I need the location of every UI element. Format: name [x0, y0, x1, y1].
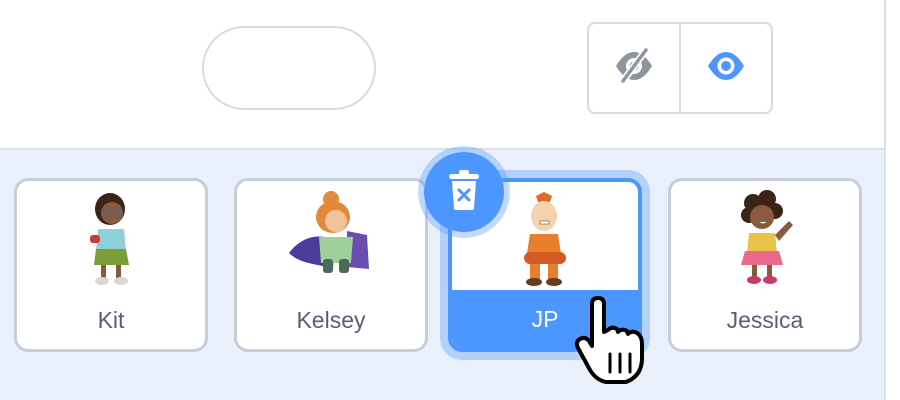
delete-sprite-button[interactable]	[424, 152, 504, 232]
show-sprite-button[interactable]	[679, 24, 771, 112]
sprite-label: Kelsey	[296, 306, 366, 333]
trash-icon	[444, 168, 484, 217]
sprite-label: Jessica	[726, 306, 804, 333]
sprite-tile-jessica[interactable]: Jessica	[668, 178, 862, 352]
visibility-toggle	[587, 22, 773, 114]
eye-icon	[704, 46, 748, 91]
hide-sprite-button[interactable]	[589, 24, 679, 112]
eye-slash-icon	[612, 46, 656, 91]
scrollbar[interactable]	[884, 0, 900, 400]
sprite-tile-kelsey[interactable]: Kelsey	[234, 178, 428, 352]
sprite-thumbnail	[671, 181, 859, 297]
sprite-label: Kit	[97, 306, 125, 333]
sprite-info-panel	[0, 0, 884, 148]
sprite-thumbnail	[237, 181, 425, 297]
sprite-tile-kit[interactable]: Kit	[14, 178, 208, 352]
hand-cursor-icon	[572, 296, 652, 391]
sprite-thumbnail	[17, 181, 205, 297]
sprite-name-input[interactable]	[202, 26, 376, 110]
